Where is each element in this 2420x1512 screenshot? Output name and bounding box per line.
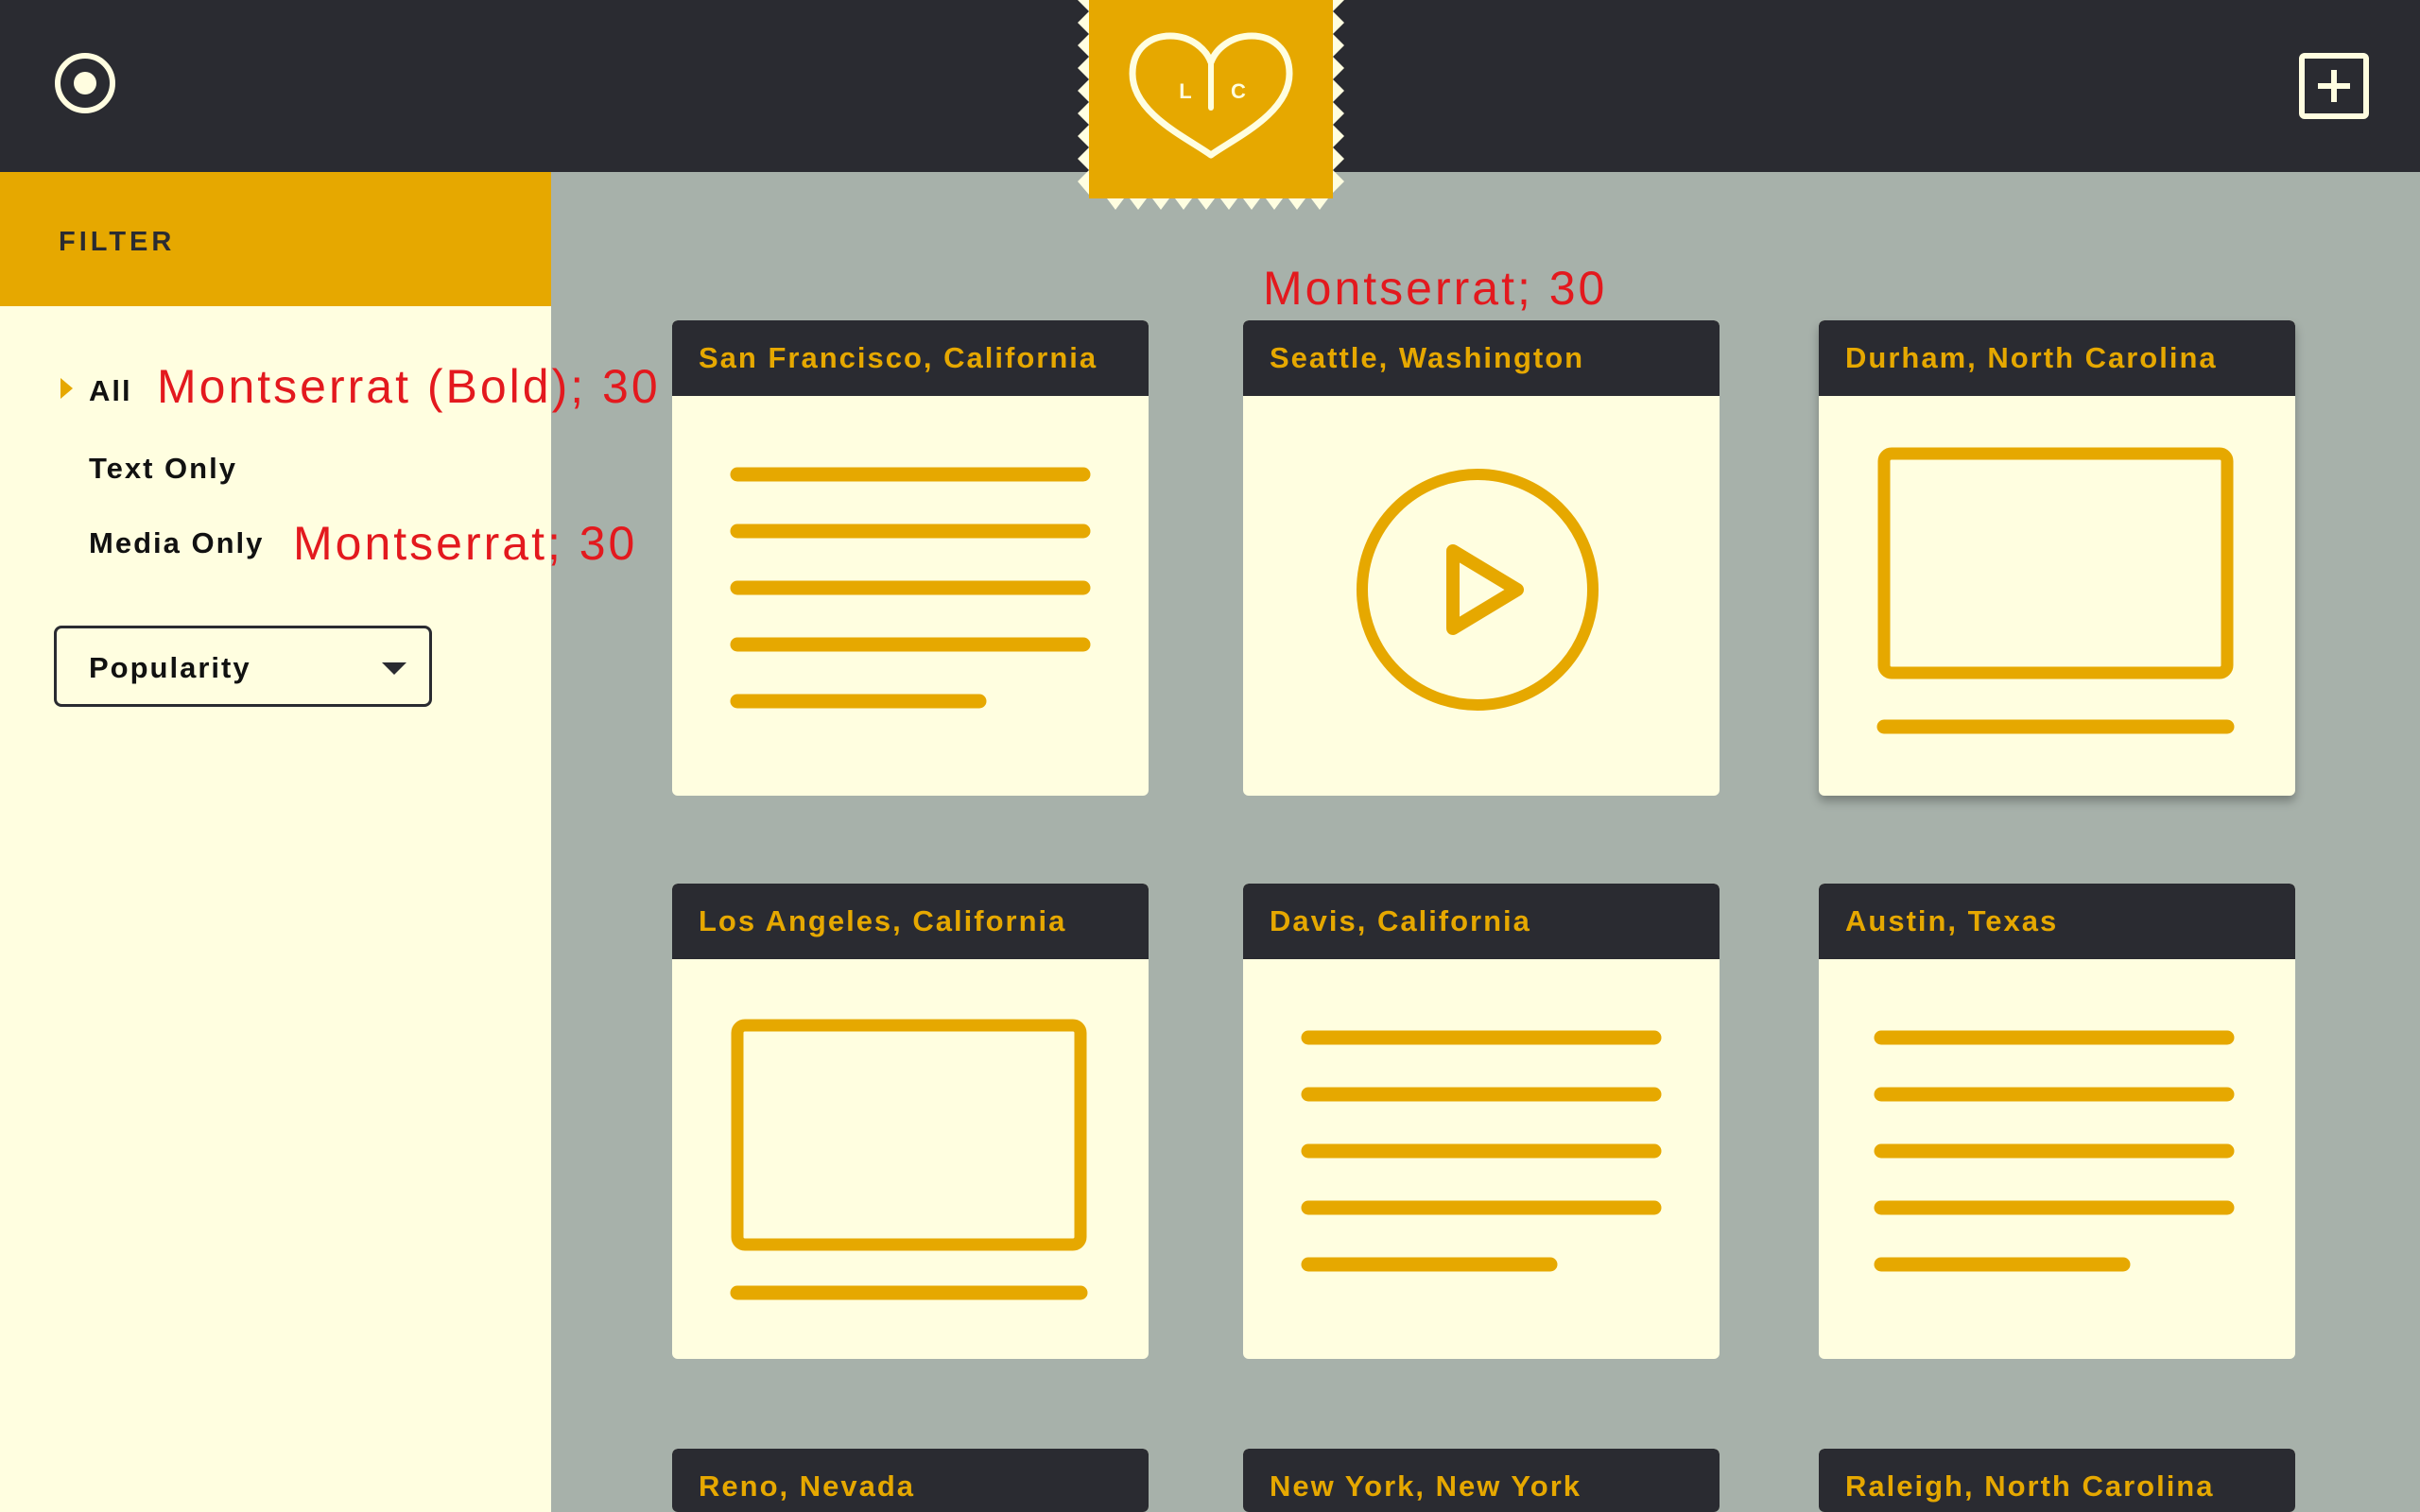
- card-header: Reno, Nevada: [672, 1449, 1149, 1512]
- card-body: [1243, 959, 1720, 1359]
- card-title: Durham, North Carolina: [1845, 341, 2218, 374]
- annotation-media-font: Montserrat; 30: [293, 517, 638, 570]
- filter-option-all[interactable]: All: [89, 374, 132, 408]
- card-body: [1819, 396, 2295, 796]
- filter-header: FILTER: [0, 172, 551, 306]
- card-header: Davis, California: [1243, 884, 1720, 959]
- card-title: Davis, California: [1270, 904, 1531, 937]
- card-header: Seattle, Washington: [1243, 320, 1720, 396]
- logo-letter-right: C: [1231, 79, 1246, 103]
- story-card[interactable]: Raleigh, North Carolina: [1819, 1449, 2295, 1512]
- card-header: New York, New York: [1243, 1449, 1720, 1512]
- card-title: New York, New York: [1270, 1469, 1582, 1503]
- filter-option-text-only[interactable]: Text Only: [89, 452, 237, 486]
- image-frame-icon: [730, 1019, 1088, 1300]
- story-card[interactable]: San Francisco, California: [672, 320, 1149, 796]
- chevron-down-icon: [382, 662, 406, 675]
- story-card[interactable]: Davis, California: [1243, 884, 1720, 1359]
- image-frame-icon: [1876, 447, 2235, 734]
- card-title: Seattle, Washington: [1270, 341, 1585, 374]
- card-title: San Francisco, California: [699, 341, 1098, 374]
- card-title: Raleigh, North Carolina: [1845, 1469, 2215, 1503]
- filter-option-media-only[interactable]: Media Only: [89, 526, 264, 560]
- selected-caret-icon: [60, 378, 73, 399]
- logo-stamp[interactable]: L C: [1066, 0, 1356, 219]
- annotation-all-font: Montserrat (Bold); 30: [157, 360, 661, 413]
- card-title: Los Angeles, California: [699, 904, 1067, 937]
- card-header: Los Angeles, California: [672, 884, 1149, 959]
- plus-square-icon[interactable]: [2299, 53, 2369, 119]
- card-header: Raleigh, North Carolina: [1819, 1449, 2295, 1512]
- story-card[interactable]: Los Angeles, California: [672, 884, 1149, 1359]
- card-body: [1819, 959, 2295, 1359]
- card-header: San Francisco, California: [672, 320, 1149, 396]
- circle-dot: [74, 72, 96, 94]
- card-title: Austin, Texas: [1845, 904, 2059, 937]
- sort-dropdown[interactable]: Popularity: [54, 626, 432, 707]
- text-lines-icon: [1301, 1030, 1662, 1272]
- story-card[interactable]: Austin, Texas: [1819, 884, 2295, 1359]
- radio-circle-icon[interactable]: [55, 53, 115, 113]
- filter-title: FILTER: [59, 227, 176, 257]
- logo-letter-left: L: [1179, 79, 1191, 103]
- story-card[interactable]: Durham, North Carolina: [1819, 320, 2295, 796]
- story-card[interactable]: Reno, Nevada: [672, 1449, 1149, 1512]
- play-video-icon: [1357, 469, 1599, 711]
- story-card[interactable]: New York, New York: [1243, 1449, 1720, 1512]
- card-title: Reno, Nevada: [699, 1469, 916, 1503]
- card-body: [672, 396, 1149, 796]
- sort-selected-value: Popularity: [89, 651, 251, 684]
- text-lines-icon: [730, 467, 1091, 709]
- annotation-card-title-font: Montserrat; 30: [1263, 262, 1608, 315]
- card-body: [1243, 396, 1720, 796]
- text-lines-icon: [1874, 1030, 2235, 1272]
- card-body: [672, 959, 1149, 1359]
- story-card[interactable]: Seattle, Washington: [1243, 320, 1720, 796]
- card-header: Durham, North Carolina: [1819, 320, 2295, 396]
- card-header: Austin, Texas: [1819, 884, 2295, 959]
